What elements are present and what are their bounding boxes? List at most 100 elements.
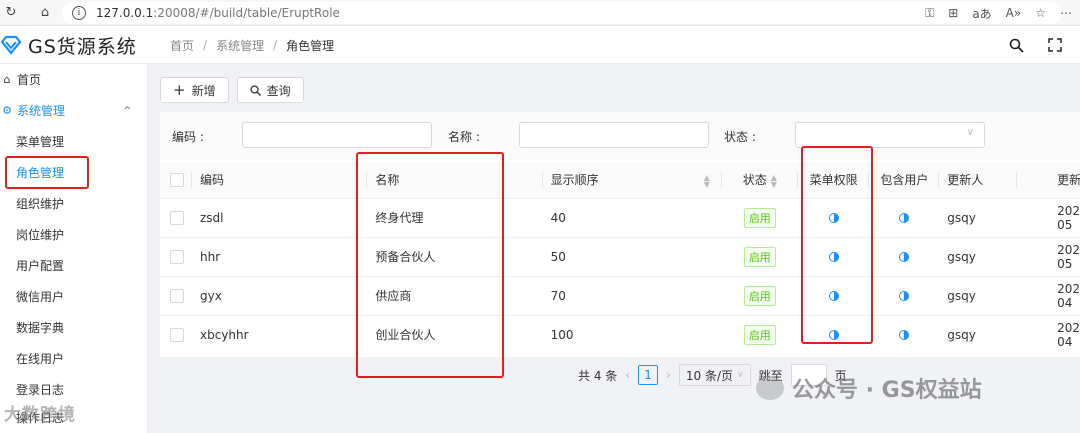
users-icon[interactable] (899, 291, 910, 301)
translate-icon[interactable]: aあ (972, 5, 991, 22)
chevron-right-icon[interactable]: › (666, 368, 671, 382)
table-row[interactable]: hhr 预备合伙人 50 启用 gsqy 2024-05 (160, 237, 1080, 276)
sidebar-item-online-user[interactable]: 在线用户 (0, 343, 147, 374)
table-row[interactable]: xbcyhhr 创业合伙人 100 启用 gsqy 2024-04 (160, 315, 1080, 354)
diamond-logo-icon (0, 35, 22, 55)
header-users: 包含用户 (869, 162, 940, 198)
sidebar-item-label: 微信用户 (16, 290, 65, 304)
status-badge: 启用 (743, 324, 776, 345)
sidebar-item-label: 登录日志 (16, 383, 65, 397)
cell-users (869, 237, 939, 276)
sort-icon[interactable]: ▲ ▼ (771, 173, 777, 188)
breadcrumb: 首页 / 系统管理 / 角色管理 (170, 26, 334, 64)
header-order[interactable]: 显示顺序 ▲ ▼ (543, 162, 722, 198)
cell-users (869, 198, 939, 237)
sidebar-item-label: 在线用户 (16, 352, 65, 366)
query-button[interactable]: 查询 (236, 77, 304, 103)
add-button[interactable]: + 新增 (160, 77, 229, 103)
cell-order: 70 (550, 288, 566, 303)
cell-updated: 2024-05 (1057, 242, 1080, 271)
row-checkbox[interactable] (170, 328, 184, 342)
users-icon[interactable] (899, 252, 910, 262)
sidebar-item-post[interactable]: 岗位维护 (0, 219, 147, 250)
read-aloud-icon[interactable]: A» (1006, 6, 1022, 20)
home-icon: ⌂ (3, 73, 11, 86)
cell-updated: 2024-05 (1057, 203, 1080, 232)
table-header-row: 编码 名称 显示顺序 ▲ ▼ 状态 ▲ ▼ 菜单权限 包含用户 更新人 更新 (160, 162, 1080, 198)
users-icon[interactable] (899, 330, 910, 341)
watermark-left-text: 大数跨境 (4, 405, 76, 425)
breadcrumb-system[interactable]: 系统管理 (216, 37, 264, 54)
grid-icon[interactable]: ⊞ (948, 6, 958, 20)
sidebar-group-system[interactable]: ⚙ 系统管理 ^ (0, 95, 147, 126)
row-checkbox-cell (160, 237, 192, 276)
cell-status: 启用 (722, 198, 798, 237)
header-status[interactable]: 状态 ▲ ▼ (722, 162, 798, 198)
status-badge: 启用 (743, 285, 776, 306)
chevron-down-icon: ∨ (966, 127, 974, 138)
header-label: 更新人 (947, 173, 984, 188)
select-all-checkbox[interactable] (170, 173, 184, 187)
sidebar-item-dict[interactable]: 数据字典 (0, 312, 147, 343)
breadcrumb-separator: / (273, 38, 278, 52)
watermark-right: 公众号 · GS权益站 (756, 372, 982, 404)
sidebar-item-menu[interactable]: 菜单管理 (0, 126, 147, 157)
page-size-value: 10 条/页 (685, 368, 734, 383)
sidebar-item-label: 用户配置 (16, 259, 65, 273)
row-checkbox[interactable] (170, 249, 184, 264)
cell-status: 启用 (722, 276, 798, 315)
address-bar[interactable]: i 127.0.0.1:20008/#/build/table/EruptRol… (62, 2, 1062, 24)
fullscreen-icon[interactable] (1048, 38, 1062, 52)
users-icon[interactable] (899, 213, 910, 223)
highlight-box-menu-permission-column (801, 146, 873, 344)
app-logo[interactable]: GS货源系统 (0, 26, 137, 64)
breadcrumb-home[interactable]: 首页 (170, 37, 194, 54)
url-host: 127.0.0.1 (96, 6, 154, 20)
key-icon[interactable]: ⚿ (925, 6, 934, 21)
sidebar-item-wechat-user[interactable]: 微信用户 (0, 281, 147, 312)
sidebar-item-label: 组织维护 (16, 197, 65, 211)
sidebar-item-home[interactable]: ⌂ 首页 (0, 64, 147, 95)
search-icon (249, 84, 261, 96)
app-header: GS货源系统 首页 / 系统管理 / 角色管理 (0, 26, 1080, 64)
table-row[interactable]: zsdl 终身代理 40 启用 gsqy 2024-05 (160, 198, 1080, 237)
chevron-up-icon: ^ (123, 105, 131, 116)
pagination-page-current[interactable]: 1 (638, 365, 659, 385)
sidebar-item-label: 岗位维护 (16, 228, 65, 242)
code-input[interactable] (242, 122, 432, 148)
pagination-total: 共 4 条 (578, 368, 618, 383)
chevron-left-icon[interactable]: ‹ (625, 368, 630, 382)
watermark-left: 大数跨境 (4, 400, 76, 425)
chevron-down-icon: ∨ (737, 370, 744, 380)
status-select[interactable]: ∨ (795, 122, 985, 148)
name-input[interactable] (519, 122, 709, 148)
home-icon[interactable]: ⌂ (34, 2, 56, 24)
row-checkbox[interactable] (170, 288, 184, 303)
favorite-star-icon[interactable]: ☆ (1035, 6, 1046, 20)
cell-updater: gsqy (947, 327, 976, 342)
header-label: 状态 (742, 173, 767, 188)
cell-code: hhr (200, 249, 221, 264)
info-icon[interactable]: i (72, 6, 86, 20)
sort-icon[interactable]: ▲ ▼ (704, 174, 710, 189)
sidebar-item-org[interactable]: 组织维护 (0, 188, 147, 219)
header-label: 包含用户 (880, 173, 929, 188)
breadcrumb-separator: / (203, 38, 208, 52)
url-text: 127.0.0.1:20008/#/build/table/EruptRole (96, 6, 340, 20)
table-card: 编码 : 名称 : 状态 : ∨ 编码 名称 显示顺序 ▲ ▼ 状态 ▲ ▼ 菜单权限 … (160, 112, 1080, 357)
breadcrumb-current: 角色管理 (286, 38, 335, 53)
row-checkbox[interactable] (170, 210, 184, 225)
search-icon[interactable] (1009, 38, 1024, 53)
reload-icon[interactable]: ↻ (0, 2, 22, 24)
more-icon[interactable]: ⋯ (1060, 6, 1072, 20)
sidebar-item-user[interactable]: 用户配置 (0, 250, 147, 281)
header-label: 显示顺序 (550, 173, 599, 188)
header-checkbox-cell (160, 162, 192, 198)
page-size-select[interactable]: 10 条/页 ∨ (678, 364, 751, 386)
cell-updated: 2024-04 (1057, 320, 1080, 349)
cell-order: 40 (550, 210, 566, 225)
cell-updater: gsqy (947, 288, 976, 303)
row-checkbox-cell (160, 276, 192, 315)
table-row[interactable]: gyx 供应商 70 启用 gsqy 2024-04 (160, 276, 1080, 315)
action-toolbar: + 新增 查询 (160, 77, 304, 103)
